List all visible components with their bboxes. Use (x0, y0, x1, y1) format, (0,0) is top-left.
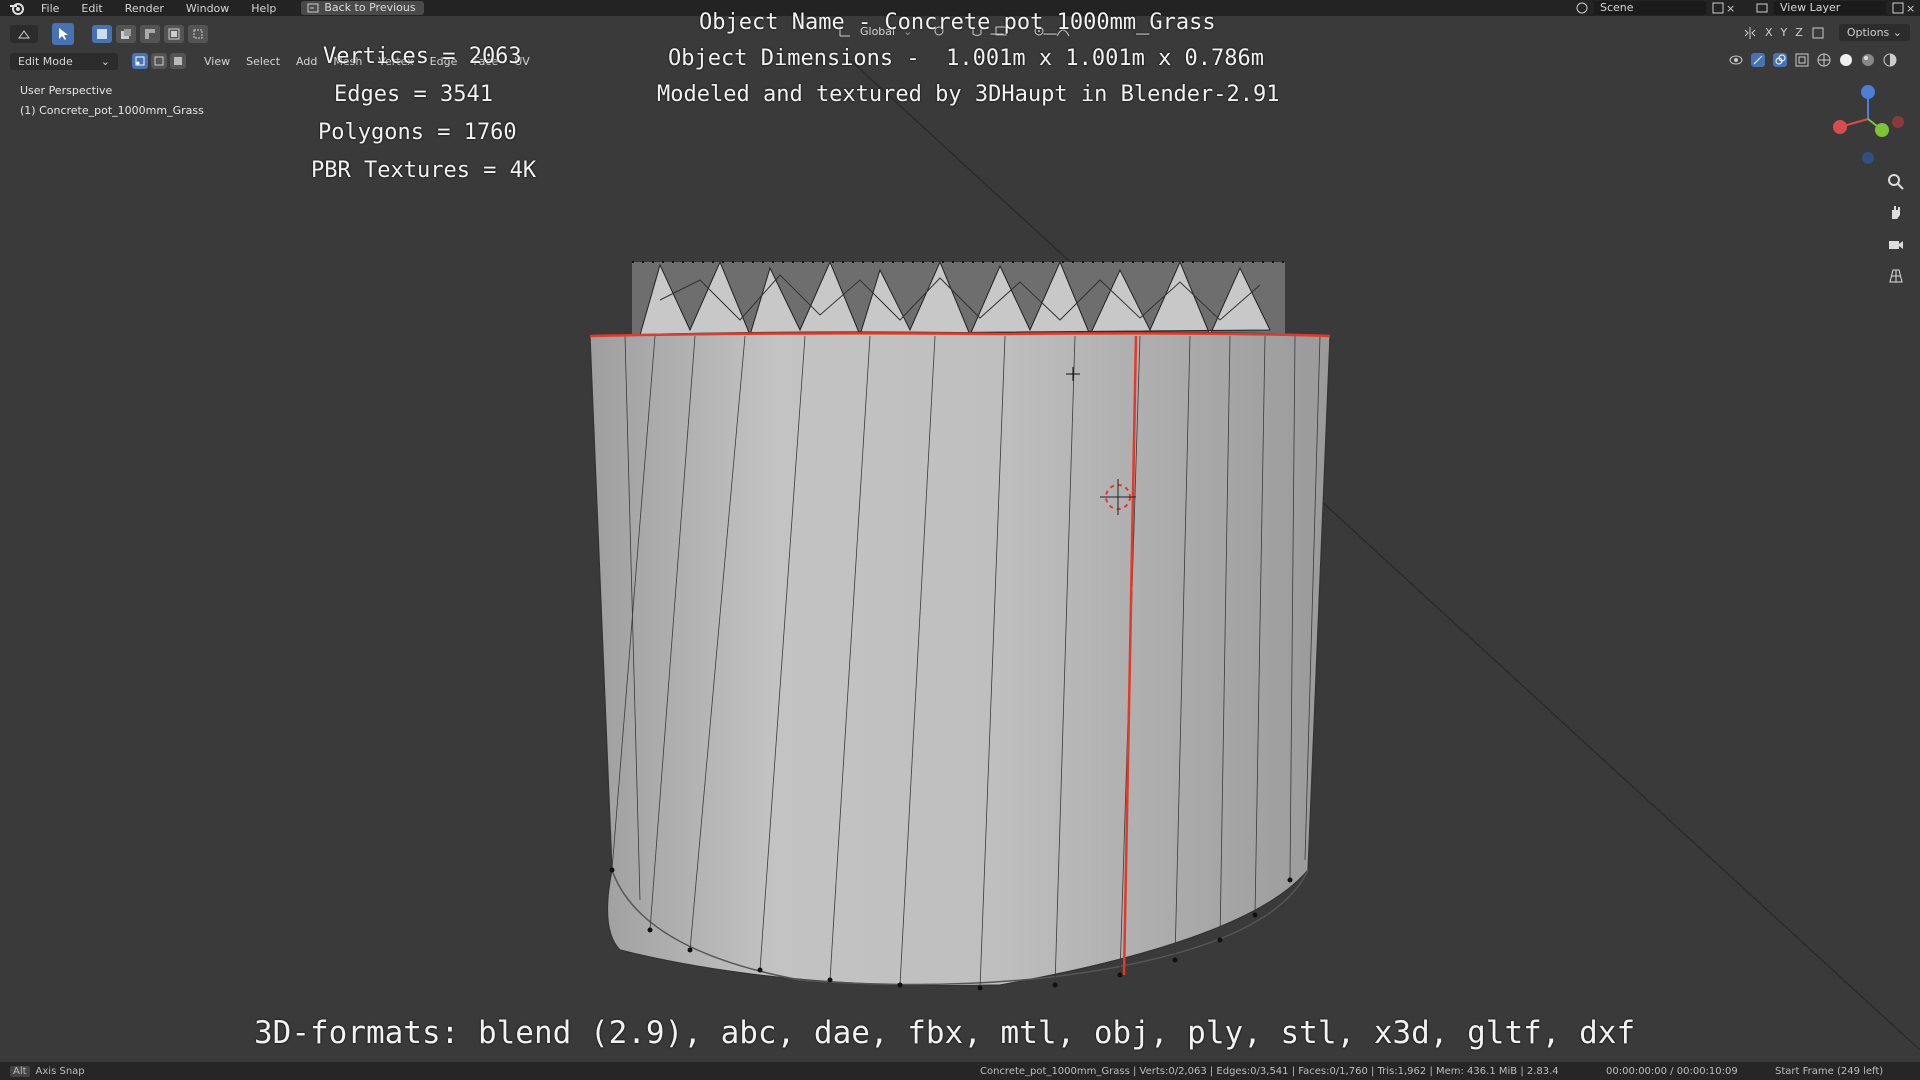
credit-text: Modeled and textured by 3DHaupt in Blend… (657, 82, 1280, 107)
edges-count-text: Edges = 3541 (334, 82, 493, 107)
navigation-gizmo[interactable] (1833, 85, 1904, 164)
scene-statistics: Concrete_pot_1000mm_Grass | Verts:0/2,06… (980, 1065, 1559, 1077)
pot-body-mesh (589, 331, 1331, 987)
pan-hand-icon[interactable] (1884, 200, 1908, 224)
grid-axis-line (1319, 499, 1920, 1051)
start-frame-info: Start Frame (249 left) (1775, 1065, 1884, 1077)
y-axis-icon[interactable] (1875, 123, 1889, 137)
grass-mesh (632, 260, 1285, 337)
formats-text: 3D-formats: blend (2.9), abc, dae, fbx, … (254, 1015, 1636, 1051)
object-dimensions-text: Object Dimensions - 1.001m x 1.001m x 0.… (668, 46, 1265, 71)
neg-x-axis-icon[interactable] (1892, 116, 1904, 128)
x-axis-icon[interactable] (1833, 120, 1847, 134)
zoom-icon[interactable] (1884, 170, 1908, 194)
camera-view-icon[interactable] (1884, 232, 1908, 256)
axis-snap-hint: Axis Snap (35, 1065, 85, 1077)
z-axis-icon[interactable] (1861, 85, 1875, 99)
perspective-toggle-icon[interactable] (1884, 264, 1908, 288)
viewport-canvas[interactable] (0, 0, 1920, 1080)
neg-z-axis-icon[interactable] (1862, 152, 1874, 164)
vertices-count-text: Vertices = 2063 (323, 44, 522, 69)
status-bar: Alt Axis Snap Concrete_pot_1000mm_Grass … (0, 1062, 1920, 1080)
timecode: 00:00:00:00 / 00:00:10:09 (1606, 1065, 1738, 1077)
polygons-count-text: Polygons = 1760 (318, 120, 517, 145)
alt-key-badge: Alt (10, 1065, 30, 1077)
pbr-textures-text: PBR Textures = 4K (311, 158, 537, 183)
object-name-text: Object Name - Concrete_pot_1000mm_Grass (699, 10, 1216, 35)
